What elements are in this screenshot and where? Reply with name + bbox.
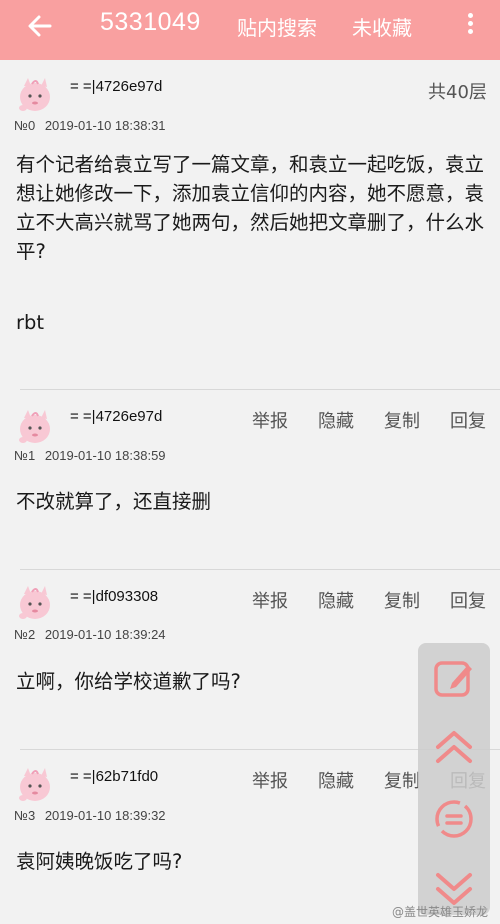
report-button[interactable]: 举报: [252, 767, 288, 793]
floor-number: №1: [14, 448, 36, 463]
post-time: 2019-01-10 18:38:59: [44, 448, 166, 463]
post-username[interactable]: = =|4726e97d: [70, 78, 162, 95]
report-button[interactable]: 举报: [252, 587, 288, 613]
floor-count: 共40层: [428, 82, 487, 103]
more-options-icon[interactable]: [462, 10, 478, 38]
floor-number: №3: [14, 808, 36, 823]
top-bar: 5331049 贴内搜索 未收藏: [0, 0, 500, 60]
post-content: 有个记者给袁立写了一篇文章，和袁立一起吃饭，袁立想让她修改一下，添加袁立信仰的内…: [16, 153, 485, 263]
report-button[interactable]: 举报: [252, 407, 288, 433]
reply-button[interactable]: 回复: [450, 407, 486, 433]
floating-action-panel: [418, 643, 490, 915]
avatar[interactable]: [14, 406, 54, 446]
post-floor-1: = =|4726e97d 举报 隐藏 复制 回复 №1 2019-01-10 1…: [0, 390, 500, 570]
post-meta: №0 2019-01-10 18:38:31: [14, 118, 166, 133]
edit-icon[interactable]: [430, 655, 478, 703]
avatar[interactable]: [14, 74, 54, 114]
post-time: 2019-01-10 18:39:32: [44, 808, 166, 823]
post-meta: №2 2019-01-10 18:39:24: [14, 627, 166, 642]
back-arrow-icon[interactable]: [24, 10, 56, 42]
refresh-icon[interactable]: [430, 795, 478, 843]
post-content: 不改就算了，还直接删: [16, 490, 212, 513]
post-extra-text: rbt: [16, 311, 45, 334]
hide-button[interactable]: 隐藏: [318, 587, 354, 613]
post-meta: №3 2019-01-10 18:39:32: [14, 808, 166, 823]
copy-button[interactable]: 复制: [384, 587, 420, 613]
post-time: 2019-01-10 18:38:31: [44, 118, 166, 133]
hide-button[interactable]: 隐藏: [318, 767, 354, 793]
post-floor-0: = =|4726e97d 共40层 №0 2019-01-10 18:38:31…: [0, 60, 500, 390]
reply-button[interactable]: 回复: [450, 587, 486, 613]
favorite-button[interactable]: 未收藏: [352, 12, 412, 41]
post-meta: №1 2019-01-10 18:38:59: [14, 448, 166, 463]
search-in-thread-button[interactable]: 贴内搜索: [237, 12, 317, 41]
thread-id-title: 5331049: [100, 8, 201, 36]
post-username[interactable]: = =|df093308: [70, 588, 158, 605]
hide-button[interactable]: 隐藏: [318, 407, 354, 433]
watermark: @盖世英雄玉娇龙: [392, 905, 489, 919]
post-username[interactable]: = =|4726e97d: [70, 408, 162, 425]
avatar[interactable]: [14, 764, 54, 804]
scroll-up-icon[interactable]: [430, 727, 478, 775]
post-username[interactable]: = =|62b71fd0: [70, 768, 158, 785]
floor-number: №2: [14, 627, 36, 642]
copy-button[interactable]: 复制: [384, 407, 420, 433]
floor-number: №0: [14, 118, 36, 133]
copy-button[interactable]: 复制: [384, 767, 420, 793]
post-time: 2019-01-10 18:39:24: [44, 627, 166, 642]
avatar[interactable]: [14, 582, 54, 622]
